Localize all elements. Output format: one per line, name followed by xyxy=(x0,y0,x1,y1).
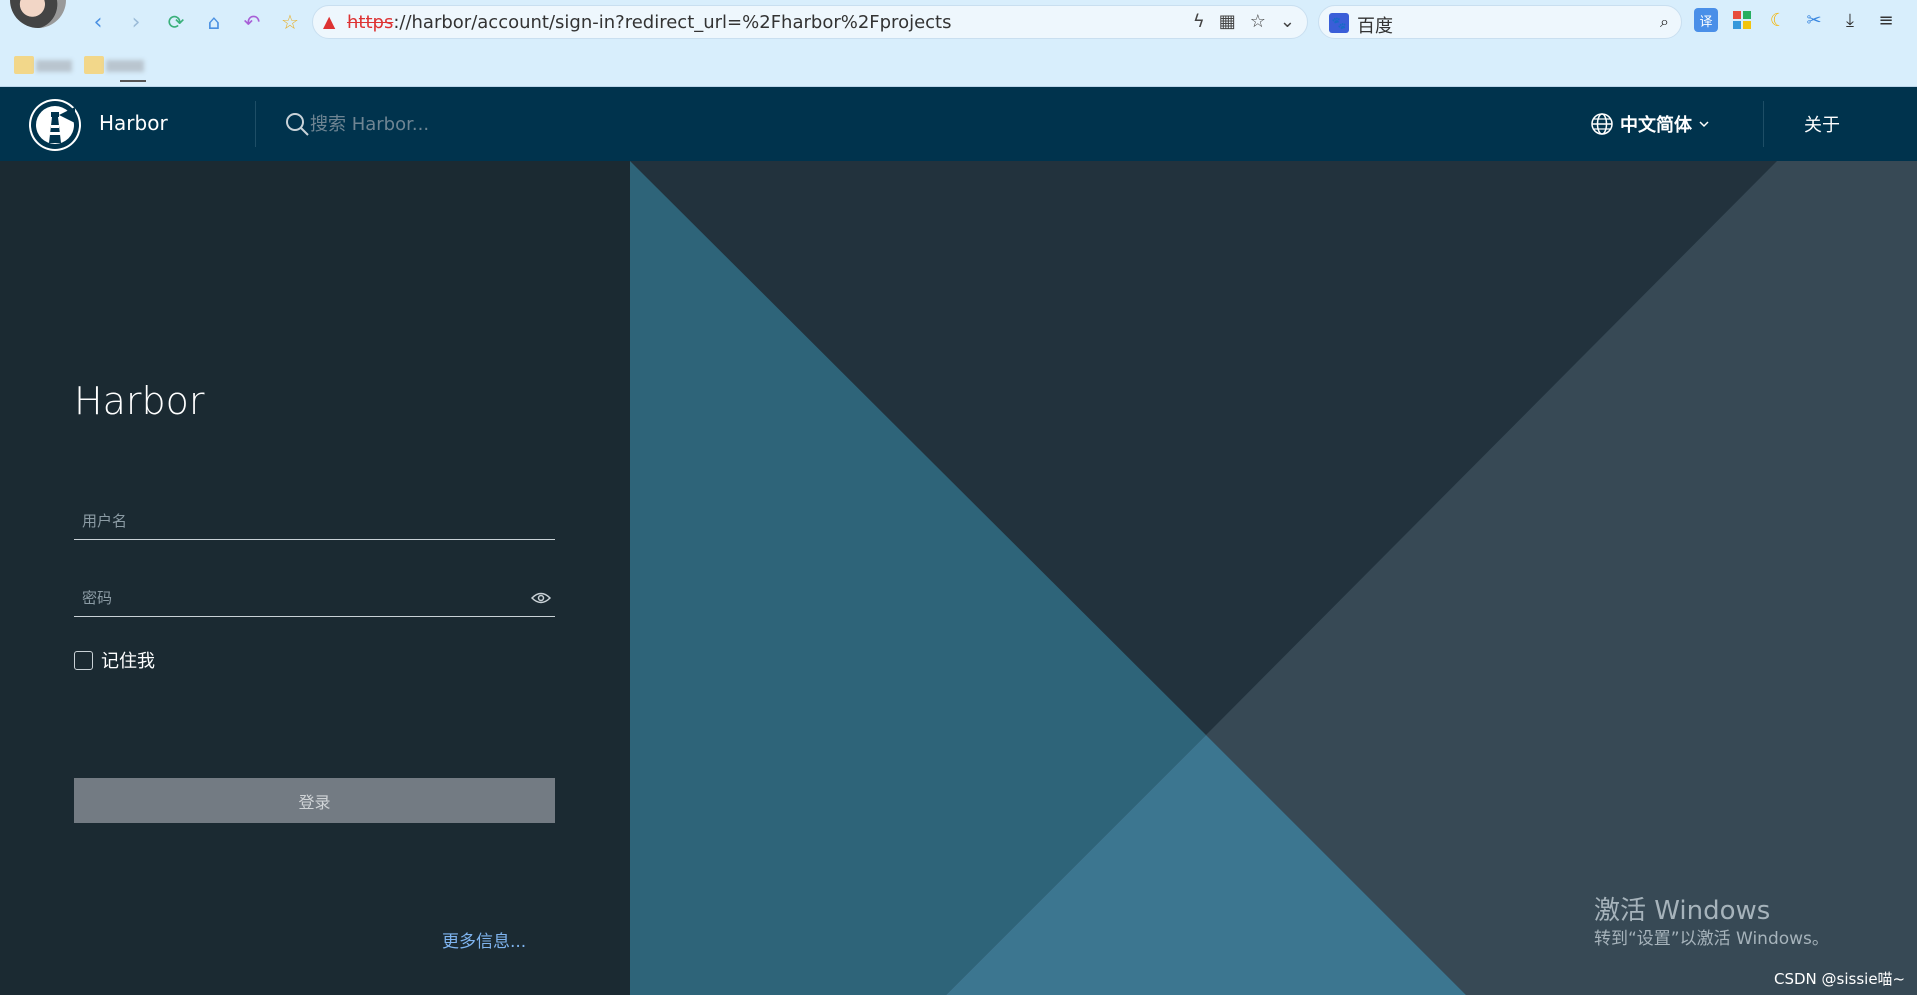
apps-grid-icon[interactable] xyxy=(1730,8,1754,32)
insecure-warning-icon[interactable]: ▲ xyxy=(323,12,335,31)
download-icon[interactable]: ⤓ xyxy=(1838,8,1862,32)
browser-toolbar: ‹ › ⟳ ⌂ ↶ ☆ ▲ https://harbor/account/sig… xyxy=(0,0,1917,44)
url-scheme: https xyxy=(347,12,393,33)
baidu-icon: 🐾 xyxy=(1329,13,1349,33)
username-field[interactable] xyxy=(74,504,555,540)
eye-icon[interactable] xyxy=(531,591,551,605)
windows-activation-title: 激活 Windows xyxy=(1594,890,1770,927)
password-input[interactable] xyxy=(74,581,555,615)
csdn-watermark: CSDN @sissie喵~ xyxy=(1774,968,1905,989)
header-divider xyxy=(1763,101,1764,147)
home-icon[interactable]: ⌂ xyxy=(200,8,228,36)
language-label: 中文简体 xyxy=(1620,111,1692,137)
folder-icon xyxy=(14,56,34,74)
remember-me-label[interactable]: 记住我 xyxy=(101,647,155,673)
login-button[interactable]: 登录 xyxy=(74,778,555,823)
bookmarks-bar xyxy=(0,44,1917,87)
folder-icon xyxy=(84,56,104,74)
decorative-background xyxy=(630,161,1917,995)
search-icon[interactable] xyxy=(284,111,310,137)
address-bar[interactable]: ▲ https://harbor/account/sign-in?redirec… xyxy=(312,5,1308,39)
menu-icon[interactable]: ≡ xyxy=(1874,8,1898,32)
translate-icon[interactable]: 译 xyxy=(1694,8,1718,32)
windows-activation-subtitle: 转到“设置”以激活 Windows。 xyxy=(1594,924,1829,949)
lightning-icon[interactable]: ϟ xyxy=(1193,11,1205,32)
back-icon[interactable]: ‹ xyxy=(84,8,112,36)
magnifier-icon[interactable]: ⌕ xyxy=(1660,12,1669,32)
browser-search-box[interactable]: 🐾 百度 ⌕ xyxy=(1318,5,1682,39)
bookmark-star-icon[interactable]: ☆ xyxy=(276,8,304,36)
undo-close-tab-icon[interactable]: ↶ xyxy=(238,8,266,36)
language-selector[interactable]: 中文简体 xyxy=(1590,111,1710,137)
about-link[interactable]: 关于 xyxy=(1804,111,1840,137)
global-search-input[interactable] xyxy=(310,109,670,139)
remember-me-checkbox[interactable] xyxy=(74,651,93,670)
search-engine-label: 百度 xyxy=(1357,12,1393,38)
night-mode-icon[interactable]: ☾ xyxy=(1766,8,1790,32)
forward-icon[interactable]: › xyxy=(122,8,150,36)
profile-avatar[interactable] xyxy=(10,0,66,28)
header-divider xyxy=(255,101,256,147)
brand-name[interactable]: Harbor xyxy=(99,111,168,135)
favorite-icon[interactable]: ☆ xyxy=(1250,11,1266,32)
reload-icon[interactable]: ⟳ xyxy=(162,8,190,36)
harbor-lighthouse-icon[interactable] xyxy=(29,99,81,151)
bookmark-active-indicator xyxy=(120,80,146,82)
globe-icon xyxy=(1590,112,1614,136)
login-panel: Harbor 记住我 登录 更多信息... xyxy=(0,161,630,995)
more-info-link[interactable]: 更多信息... xyxy=(442,927,526,952)
username-input[interactable] xyxy=(74,504,555,538)
bookmark-label-blurred xyxy=(36,60,72,72)
app-header: Harbor 中文简体 关于 xyxy=(0,87,1917,161)
bookmark-label-blurred xyxy=(106,60,144,72)
url-text[interactable]: https://harbor/account/sign-in?redirect_… xyxy=(347,12,952,33)
chevron-down-icon xyxy=(1698,118,1710,130)
url-path: ://harbor/account/sign-in?redirect_url=%… xyxy=(393,12,951,33)
remember-me[interactable]: 记住我 xyxy=(74,647,155,673)
login-title: Harbor xyxy=(74,379,204,423)
qr-code-icon[interactable]: ▦ xyxy=(1219,11,1236,32)
chevron-down-icon[interactable]: ⌄ xyxy=(1280,11,1295,32)
screenshot-scissors-icon[interactable]: ✂ xyxy=(1802,8,1826,32)
password-field[interactable] xyxy=(74,581,555,617)
